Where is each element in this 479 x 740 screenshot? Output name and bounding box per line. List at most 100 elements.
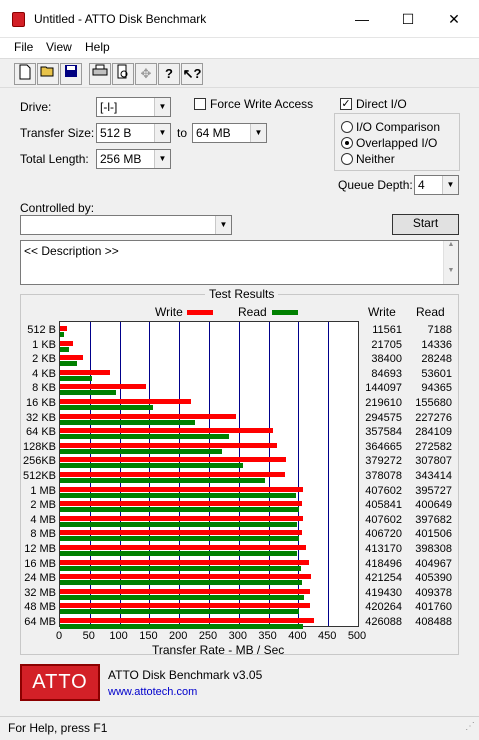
overlapped-io-radio[interactable] xyxy=(341,137,353,149)
close-button[interactable]: ✕ xyxy=(431,0,477,38)
col-read-header: Read xyxy=(416,305,445,319)
category-label: 8 KB xyxy=(32,382,56,395)
write-value: 21705 xyxy=(371,338,402,351)
write-value: 144097 xyxy=(365,382,402,395)
write-value: 357584 xyxy=(365,426,402,439)
results-title: Test Results xyxy=(205,287,279,301)
x-tick-label: 300 xyxy=(228,630,247,642)
transfer-size-to-select[interactable]: 64 MB ▼ xyxy=(192,123,267,143)
resize-grip-icon[interactable]: ⋰ xyxy=(465,721,475,732)
write-value: 413170 xyxy=(365,543,402,555)
write-value: 418496 xyxy=(365,557,402,570)
bar-write xyxy=(60,326,67,331)
bar-read xyxy=(60,551,298,556)
drive-select[interactable]: [-l-] ▼ xyxy=(96,97,171,117)
category-label: 64 KB xyxy=(26,426,56,439)
transfer-size-from-select[interactable]: 512 B ▼ xyxy=(96,123,171,143)
read-value: 155680 xyxy=(415,397,452,409)
menu-view[interactable]: View xyxy=(46,40,72,54)
chevron-down-icon: ▼ xyxy=(215,216,231,234)
x-axis-label: Transfer Rate - MB / Sec xyxy=(152,643,285,657)
bar-read xyxy=(60,434,230,440)
write-value: 364665 xyxy=(365,440,402,453)
bar-read xyxy=(60,375,92,381)
menu-file[interactable]: File xyxy=(14,40,33,54)
neither-label: Neither xyxy=(356,152,395,166)
description-field[interactable]: << Description >> ▲ ▼ xyxy=(20,240,459,285)
legend-write-swatch xyxy=(187,310,213,315)
category-label: 1 MB xyxy=(30,484,56,497)
to-label: to xyxy=(177,126,188,140)
category-label: 64 MB xyxy=(24,616,56,628)
read-value: 397682 xyxy=(415,513,452,526)
description-scrollbar[interactable]: ▲ ▼ xyxy=(443,241,458,284)
bar-read xyxy=(60,594,304,600)
neither-radio[interactable] xyxy=(341,153,353,165)
bar-read xyxy=(60,507,299,513)
bar-write xyxy=(60,340,73,346)
status-text: For Help, press F1 xyxy=(8,721,108,735)
read-value: 395727 xyxy=(415,484,452,497)
bar-write xyxy=(60,472,286,477)
x-tick-label: 100 xyxy=(109,630,128,642)
print-icon[interactable] xyxy=(89,63,111,85)
menu-help[interactable]: Help xyxy=(85,40,110,54)
move-icon[interactable]: ✥ xyxy=(135,63,157,85)
force-write-checkbox[interactable] xyxy=(194,98,206,110)
save-icon[interactable] xyxy=(60,63,82,85)
read-value: 227276 xyxy=(415,411,452,424)
read-value: 343414 xyxy=(415,470,452,482)
read-value: 14336 xyxy=(421,338,452,351)
context-help-icon[interactable]: ↖? xyxy=(181,63,203,85)
category-label: 12 MB xyxy=(24,543,56,555)
title-bar: Untitled - ATTO Disk Benchmark — ☐ ✕ xyxy=(0,0,479,38)
bar-write xyxy=(60,399,191,404)
read-value: 307807 xyxy=(415,455,452,468)
io-comparison-radio[interactable] xyxy=(341,121,353,133)
bar-read xyxy=(60,624,304,629)
x-tick-label: 450 xyxy=(318,630,337,642)
write-value: 407602 xyxy=(365,513,402,526)
bar-write xyxy=(60,501,302,507)
read-value: 28248 xyxy=(421,353,452,366)
transfer-from-value: 512 B xyxy=(100,126,132,140)
controlled-by-select[interactable]: ▼ xyxy=(20,215,232,235)
open-icon[interactable] xyxy=(37,63,59,85)
bar-write xyxy=(60,515,303,521)
x-tick-label: 350 xyxy=(258,630,277,642)
maximize-button[interactable]: ☐ xyxy=(385,0,431,38)
help-icon[interactable]: ? xyxy=(158,63,180,85)
write-value: 84693 xyxy=(371,367,402,380)
write-value: 378078 xyxy=(365,470,402,482)
print-preview-icon[interactable] xyxy=(112,63,134,85)
read-value: 401760 xyxy=(415,601,452,614)
write-value: 379272 xyxy=(365,455,402,468)
bar-read xyxy=(60,565,302,571)
total-length-value: 256 MB xyxy=(100,152,142,166)
app-icon xyxy=(12,12,25,27)
transfer-to-value: 64 MB xyxy=(196,126,231,140)
website-link[interactable]: www.attotech.com xyxy=(108,686,197,698)
legend-write-label: Write xyxy=(155,305,183,319)
category-label: 256KB xyxy=(22,455,56,468)
chart-plot-area xyxy=(59,321,359,629)
read-value: 400649 xyxy=(415,499,452,512)
queue-depth-select[interactable]: 4 ▼ xyxy=(414,175,459,195)
x-tick-label: 400 xyxy=(288,630,307,642)
read-value: 7188 xyxy=(427,324,452,336)
bar-write xyxy=(60,442,278,448)
read-value: 398308 xyxy=(415,543,452,555)
bar-read xyxy=(60,419,196,425)
read-value: 401506 xyxy=(415,528,452,541)
force-write-label: Force Write Access xyxy=(210,97,314,111)
total-length-select[interactable]: 256 MB ▼ xyxy=(96,149,171,169)
minimize-button[interactable]: — xyxy=(339,0,385,38)
category-label: 2 MB xyxy=(30,499,56,512)
start-button[interactable]: Start xyxy=(392,214,459,235)
x-tick-label: 150 xyxy=(139,630,158,642)
direct-io-checkbox[interactable]: ✓ xyxy=(340,98,352,110)
chevron-down-icon: ▼ xyxy=(250,124,266,142)
chevron-down-icon: ▼ xyxy=(154,98,170,116)
bar-write xyxy=(60,413,236,419)
new-icon[interactable] xyxy=(14,63,36,85)
